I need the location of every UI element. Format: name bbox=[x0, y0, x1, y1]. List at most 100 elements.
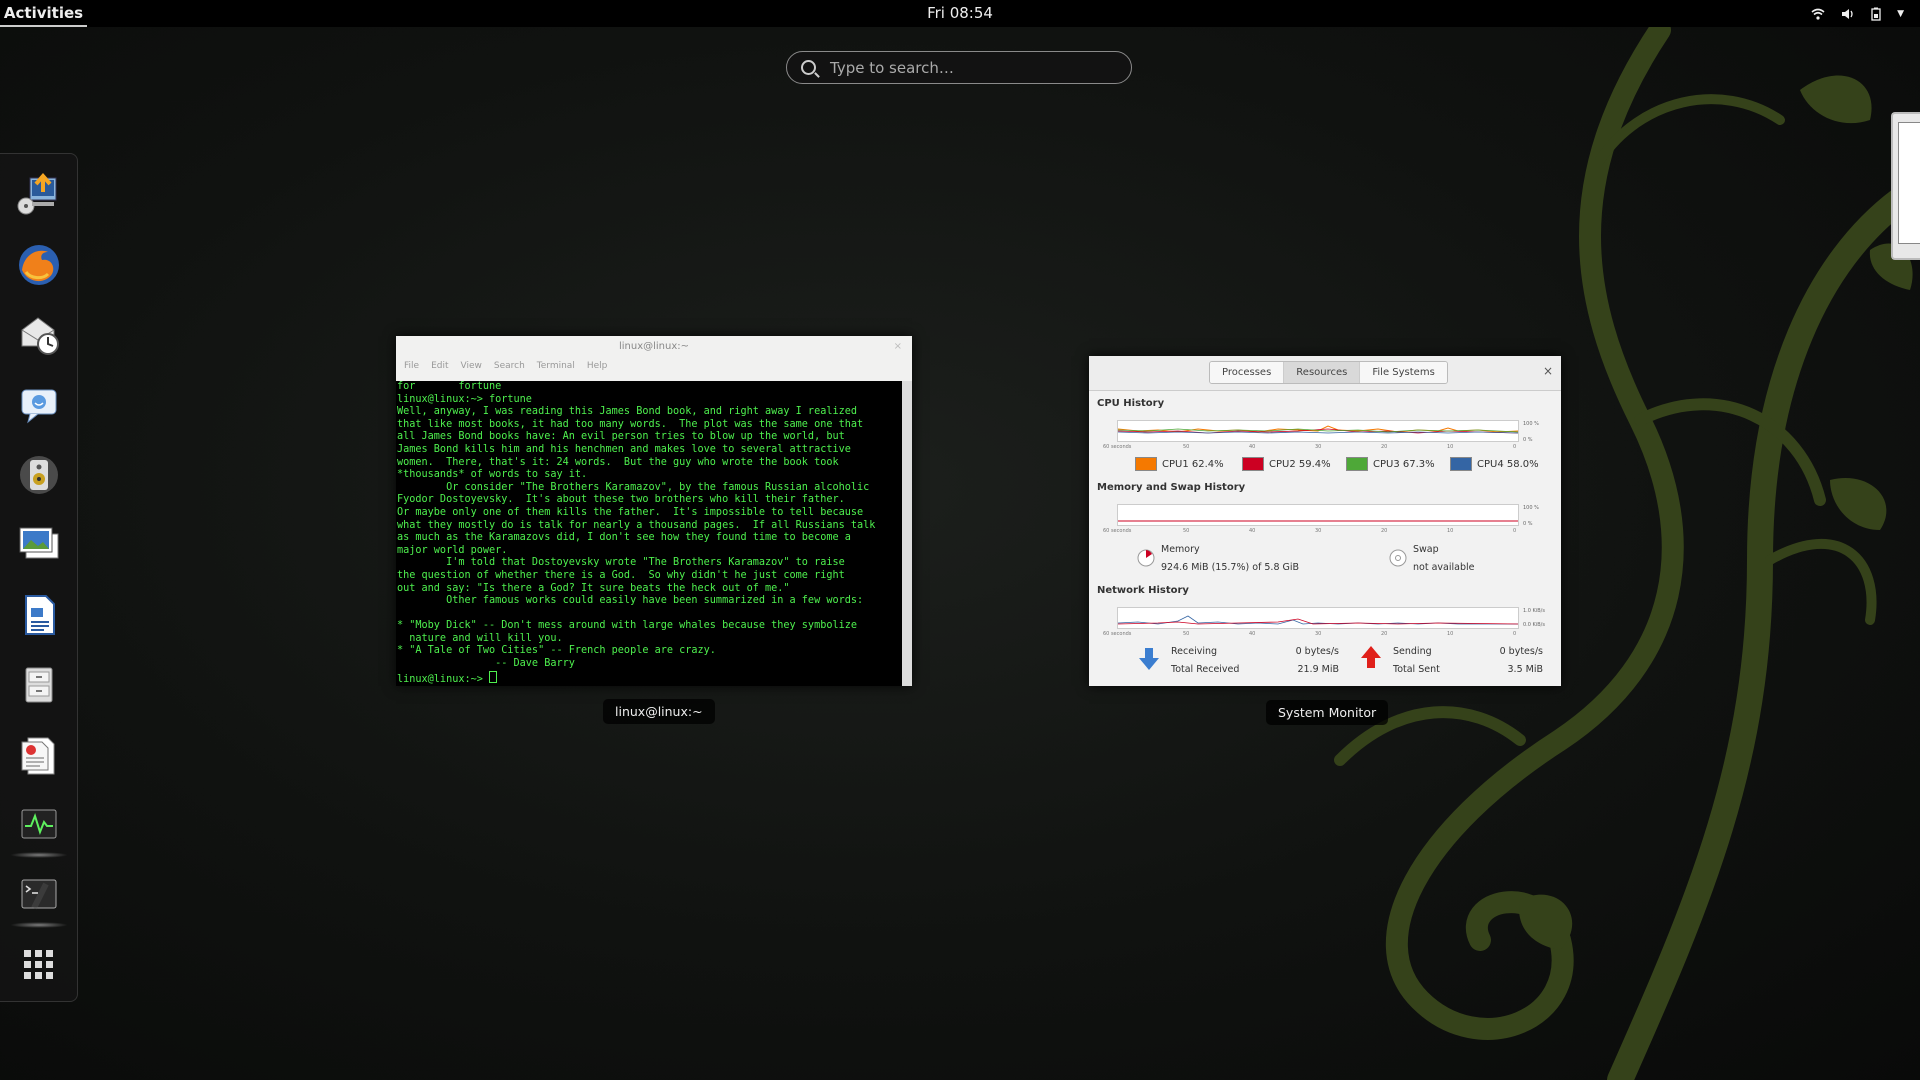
axis-label: 30 bbox=[1315, 528, 1322, 534]
terminal-line: what they mostly do is talk for nearly a… bbox=[397, 519, 876, 531]
cpu-y-max: 100 % bbox=[1523, 421, 1539, 427]
total-received-label: Total Received bbox=[1171, 664, 1240, 675]
axis-label: 50 bbox=[1183, 444, 1190, 450]
shotwell-icon[interactable] bbox=[14, 520, 64, 570]
tab-resources[interactable]: Resources bbox=[1284, 362, 1361, 383]
menu-file[interactable]: File bbox=[404, 361, 419, 371]
search-input[interactable]: Type to search… bbox=[786, 51, 1132, 84]
receiving-label: Receiving bbox=[1171, 646, 1218, 657]
total-received-value: 21.9 MiB bbox=[1297, 664, 1339, 675]
search-placeholder: Type to search… bbox=[830, 58, 954, 77]
cpu-y-min: 0 % bbox=[1523, 437, 1533, 443]
firefox-icon[interactable] bbox=[14, 240, 64, 290]
terminal-line: linux@linux:~> fortune bbox=[397, 393, 532, 405]
terminal-line: * "Moby Dick" -- Don't mess around with … bbox=[397, 620, 858, 632]
terminal-window[interactable]: linux@linux:~ × File Edit View Search Te… bbox=[396, 336, 912, 686]
menu-search[interactable]: Search bbox=[494, 361, 525, 371]
volume-icon bbox=[1842, 8, 1853, 19]
terminal-screen[interactable]: for fortune linux@linux:~> fortune Well, a… bbox=[396, 381, 902, 686]
cpu2-color-swatch[interactable] bbox=[1242, 457, 1264, 471]
mem-y-max: 100 % bbox=[1523, 505, 1539, 511]
memory-value: 924.6 MiB (15.7%) of 5.8 GiB bbox=[1161, 562, 1300, 573]
menu-view[interactable]: View bbox=[461, 361, 482, 371]
system-monitor-window-caption[interactable]: System Monitor bbox=[1266, 700, 1389, 725]
show-apps-icon[interactable] bbox=[14, 940, 64, 990]
terminal-line: out and say: "Is there a God? It sure be… bbox=[397, 582, 790, 594]
axis-label: 40 bbox=[1249, 631, 1256, 637]
terminal-line: major world power. bbox=[397, 544, 508, 556]
total-sent-value: 3.5 MiB bbox=[1507, 664, 1543, 675]
document-viewer-icon[interactable] bbox=[14, 730, 64, 780]
memory-history-title: Memory and Swap History bbox=[1097, 482, 1246, 493]
axis-label: 10 bbox=[1447, 631, 1454, 637]
terminal-line: as much as the Karamazovs did, I don't s… bbox=[397, 532, 851, 544]
terminal-line: Fyodor Dostoyevsky. It's about these two… bbox=[397, 494, 845, 506]
swap-info: Swap not available bbox=[1413, 541, 1474, 577]
cpu4-legend: CPU4 58.0% bbox=[1450, 457, 1539, 471]
terminal-title: linux@linux:~ bbox=[618, 341, 690, 352]
cpu2-legend: CPU2 59.4% bbox=[1242, 457, 1331, 471]
system-status-area[interactable]: ▼ bbox=[1811, 0, 1904, 27]
axis-label: 60 seconds bbox=[1103, 444, 1132, 450]
files-icon[interactable] bbox=[14, 660, 64, 710]
swap-pie-icon[interactable] bbox=[1389, 549, 1407, 567]
tab-processes[interactable]: Processes bbox=[1210, 362, 1285, 383]
network-history-graph bbox=[1117, 607, 1519, 629]
sysmon-headerbar: Processes Resources File Systems × bbox=[1089, 356, 1561, 391]
sending-arrow-icon[interactable] bbox=[1361, 646, 1381, 668]
terminal-scrollbar[interactable] bbox=[902, 381, 912, 686]
swap-label: Swap bbox=[1413, 544, 1439, 555]
axis-label: 60 seconds bbox=[1103, 528, 1132, 534]
axis-label: 10 bbox=[1447, 444, 1454, 450]
terminal-icon[interactable] bbox=[10, 870, 68, 928]
net-y-max: 1.0 KiB/s bbox=[1523, 608, 1545, 614]
memory-info: Memory 924.6 MiB (15.7%) of 5.8 GiB bbox=[1161, 541, 1299, 577]
menu-edit[interactable]: Edit bbox=[431, 361, 448, 371]
activities-button[interactable]: Activities bbox=[0, 0, 87, 27]
terminal-window-caption[interactable]: linux@linux:~ bbox=[603, 699, 715, 724]
menu-terminal[interactable]: Terminal bbox=[537, 361, 575, 371]
terminal-line: *thousands* of words to say it. bbox=[397, 469, 588, 481]
memory-pie-icon[interactable] bbox=[1137, 549, 1155, 567]
close-icon[interactable]: × bbox=[894, 336, 902, 358]
writer-icon[interactable] bbox=[14, 590, 64, 640]
terminal-line: * "A Tale of Two Cities" -- French peopl… bbox=[397, 645, 716, 657]
wifi-icon bbox=[1811, 8, 1825, 20]
system-monitor-icon[interactable] bbox=[10, 800, 68, 858]
empathy-icon[interactable] bbox=[14, 380, 64, 430]
receiving-arrow-icon[interactable] bbox=[1139, 648, 1159, 670]
axis-label: 60 seconds bbox=[1103, 631, 1132, 637]
tab-file-systems[interactable]: File Systems bbox=[1360, 362, 1447, 383]
terminal-prompt-line: linux@linux:~> bbox=[397, 670, 902, 686]
workspace-preview bbox=[1898, 122, 1920, 244]
install-icon[interactable] bbox=[14, 170, 64, 220]
wallpaper-vine bbox=[1334, 19, 1913, 1080]
dash bbox=[0, 153, 78, 1002]
chevron-down-icon: ▼ bbox=[1897, 8, 1904, 19]
axis-label: 20 bbox=[1381, 528, 1388, 534]
workspace-thumbnail[interactable] bbox=[1891, 112, 1920, 260]
sending-value: 0 bytes/s bbox=[1499, 646, 1543, 657]
mem-y-min: 0 % bbox=[1523, 521, 1533, 527]
network-history-title: Network History bbox=[1097, 585, 1189, 596]
cpu4-color-swatch[interactable] bbox=[1450, 457, 1472, 471]
rhythmbox-icon[interactable] bbox=[14, 450, 64, 500]
evolution-icon[interactable] bbox=[14, 310, 64, 360]
cpu-history-title: CPU History bbox=[1097, 398, 1165, 409]
terminal-menubar: File Edit View Search Terminal Help bbox=[396, 358, 912, 374]
cpu1-color-swatch[interactable] bbox=[1135, 457, 1157, 471]
terminal-line: women. There, that's it: 24 words. But t… bbox=[397, 456, 839, 468]
cpu3-color-swatch[interactable] bbox=[1346, 457, 1368, 471]
memory-x-axis: 60 seconds 50 40 30 20 10 0 bbox=[1103, 528, 1523, 536]
terminal-line: -- Dave Barry bbox=[397, 658, 575, 670]
menu-help[interactable]: Help bbox=[587, 361, 608, 371]
terminal-titlebar[interactable]: linux@linux:~ × bbox=[396, 336, 912, 358]
close-icon[interactable]: × bbox=[1543, 364, 1553, 378]
terminal-line: Well, anyway, I was reading this James B… bbox=[397, 406, 858, 418]
system-monitor-window[interactable]: Processes Resources File Systems × CPU H… bbox=[1089, 356, 1561, 686]
cpu1-label: CPU1 62.4% bbox=[1162, 458, 1224, 470]
memory-label: Memory bbox=[1161, 544, 1200, 555]
sending-label: Sending bbox=[1393, 646, 1432, 657]
clock[interactable]: Fri 08:54 bbox=[927, 0, 993, 27]
